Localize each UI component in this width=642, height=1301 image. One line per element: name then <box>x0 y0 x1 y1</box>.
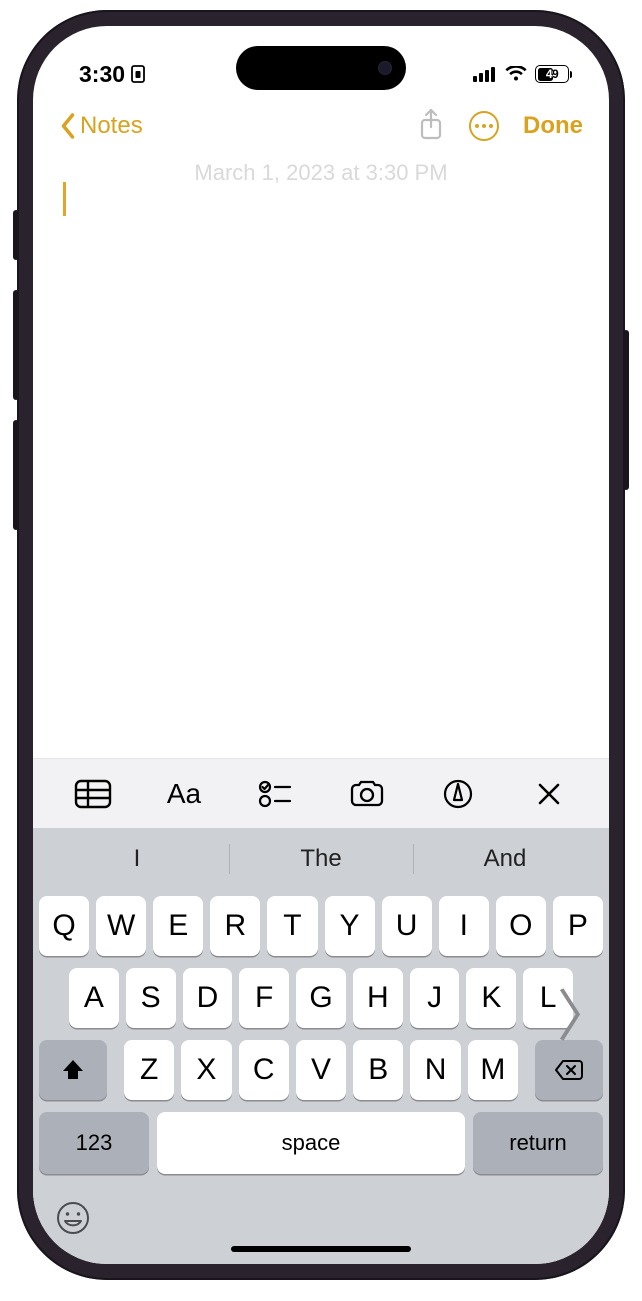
key-m[interactable]: M <box>468 1040 518 1100</box>
key-f[interactable]: F <box>239 968 289 1028</box>
key-e[interactable]: E <box>153 896 203 956</box>
checklist-button[interactable] <box>247 771 303 817</box>
sim-icon <box>131 65 145 83</box>
key-n[interactable]: N <box>410 1040 460 1100</box>
key-c[interactable]: C <box>239 1040 289 1100</box>
key-u[interactable]: U <box>382 896 432 956</box>
ellipsis-dot <box>482 124 486 128</box>
ellipsis-dot <box>475 124 479 128</box>
key-h[interactable]: H <box>353 968 403 1028</box>
suggestion[interactable]: The <box>229 828 413 890</box>
chevron-left-icon <box>59 112 76 140</box>
home-indicator[interactable] <box>231 1246 411 1252</box>
backspace-icon <box>554 1059 584 1081</box>
status-time: 3:30 <box>79 61 125 88</box>
checklist-icon <box>258 779 292 809</box>
numeric-key[interactable]: 123 <box>39 1112 149 1174</box>
key-y[interactable]: Y <box>325 896 375 956</box>
text-format-button[interactable]: Aa <box>156 771 212 817</box>
nav-bar: Notes Done <box>33 96 609 156</box>
close-toolbar-button[interactable] <box>521 771 577 817</box>
dynamic-island <box>236 46 406 90</box>
key-i[interactable]: I <box>439 896 489 956</box>
key-q[interactable]: Q <box>39 896 89 956</box>
close-icon <box>536 781 562 807</box>
format-toolbar: Aa <box>33 758 609 828</box>
key-v[interactable]: V <box>296 1040 346 1100</box>
key-d[interactable]: D <box>183 968 233 1028</box>
keyboard-row-2: A S D F G H J K L <box>39 968 603 1028</box>
key-s[interactable]: S <box>126 968 176 1028</box>
done-button[interactable]: Done <box>523 112 583 140</box>
wifi-icon <box>505 66 527 82</box>
key-k[interactable]: K <box>466 968 516 1028</box>
more-button[interactable] <box>469 111 499 141</box>
key-t[interactable]: T <box>267 896 317 956</box>
shift-key[interactable] <box>39 1040 107 1100</box>
markup-icon <box>442 778 474 810</box>
key-a[interactable]: A <box>69 968 119 1028</box>
key-j[interactable]: J <box>410 968 460 1028</box>
return-key[interactable]: return <box>473 1112 603 1174</box>
suggestion-bar: I The And <box>33 828 609 890</box>
timestamp-watermark: March 1, 2023 at 3:30 PM <box>33 160 609 186</box>
markup-button[interactable] <box>430 771 486 817</box>
camera-icon <box>348 779 386 809</box>
key-r[interactable]: R <box>210 896 260 956</box>
backspace-key[interactable] <box>535 1040 603 1100</box>
suggestion[interactable]: And <box>413 828 597 890</box>
emoji-icon <box>55 1200 91 1236</box>
key-b[interactable]: B <box>353 1040 403 1100</box>
share-button[interactable] <box>417 107 445 146</box>
key-z[interactable]: Z <box>124 1040 174 1100</box>
battery-indicator: 49 <box>535 65 569 83</box>
space-key[interactable]: space <box>157 1112 465 1174</box>
key-l[interactable]: L <box>523 968 573 1028</box>
table-icon <box>74 779 112 809</box>
shift-icon <box>60 1057 86 1083</box>
front-camera-icon <box>378 61 392 75</box>
ellipsis-dot <box>489 124 493 128</box>
camera-button[interactable] <box>339 771 395 817</box>
emoji-key[interactable] <box>55 1200 91 1236</box>
back-button[interactable]: Notes <box>59 112 143 140</box>
cellular-icon <box>473 66 497 82</box>
suggestion[interactable]: I <box>45 828 229 890</box>
keyboard: I The And Q W E R T Y U I O P A <box>33 828 609 1264</box>
keyboard-row-1: Q W E R T Y U I O P <box>39 896 603 956</box>
share-icon <box>417 107 445 141</box>
keyboard-row-3: Z X C V B N M <box>39 1040 603 1100</box>
key-g[interactable]: G <box>296 968 346 1028</box>
table-button[interactable] <box>65 771 121 817</box>
key-p[interactable]: P <box>553 896 603 956</box>
note-editor[interactable]: March 1, 2023 at 3:30 PM <box>33 156 609 758</box>
keyboard-bottom-bar <box>33 1194 609 1264</box>
text-cursor <box>63 182 66 216</box>
keyboard-row-4: 123 space return <box>39 1112 603 1174</box>
back-label: Notes <box>80 112 143 140</box>
key-w[interactable]: W <box>96 896 146 956</box>
key-x[interactable]: X <box>181 1040 231 1100</box>
key-o[interactable]: O <box>496 896 546 956</box>
battery-pct: 49 <box>546 67 558 81</box>
